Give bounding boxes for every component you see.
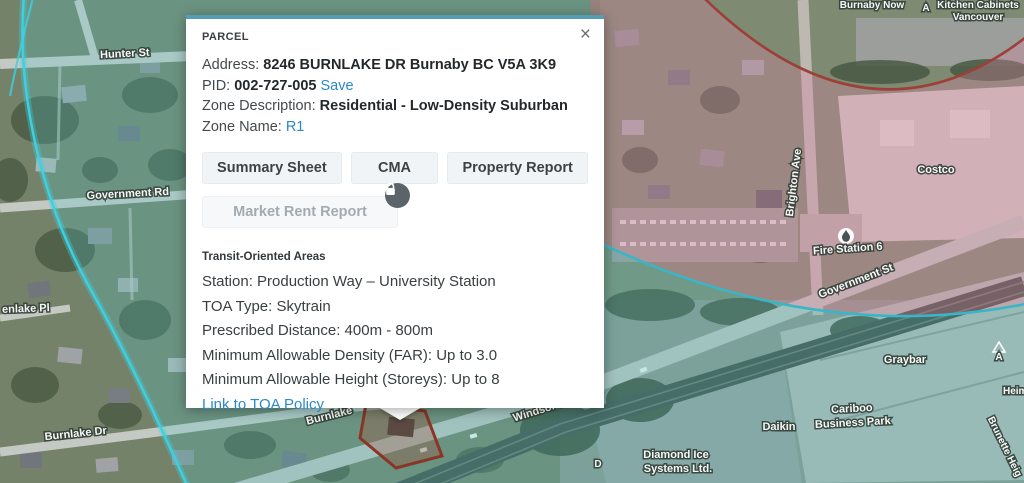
close-icon[interactable]: × xyxy=(580,25,591,44)
map-label: Cariboo xyxy=(831,402,873,416)
save-link[interactable]: Save xyxy=(321,78,354,94)
lock-icon xyxy=(385,183,410,208)
map-label: Burnaby Now xyxy=(840,0,905,11)
toa-heading: Transit-Oriented Areas xyxy=(202,251,588,263)
map-label: D xyxy=(594,459,601,470)
map-label: enlake Pl xyxy=(2,302,50,316)
toa-height: Minimum Allowable Height (Storeys): Up t… xyxy=(202,368,588,393)
property-report-button[interactable]: Property Report xyxy=(447,152,588,184)
map-label: Kitchen Cabinets xyxy=(937,0,1019,11)
map-label: Vancouver xyxy=(953,12,1004,23)
toa-type: TOA Type: Skytrain xyxy=(202,295,588,320)
parcel-popup: PARCEL × Address: 8246 BURNLAKE DR Burna… xyxy=(186,15,604,408)
map-label: A xyxy=(922,3,929,14)
zone-name-label: Zone Name: xyxy=(202,119,282,135)
zone-name-value[interactable]: R1 xyxy=(286,119,305,135)
map-label: Diamond Ice xyxy=(643,449,708,461)
map-label: A xyxy=(995,352,1002,363)
map-label: Systems Ltd. xyxy=(644,463,712,475)
popup-title: PARCEL xyxy=(202,31,588,43)
toa-distance: Prescribed Distance: 400m - 800m xyxy=(202,319,588,344)
summary-sheet-button[interactable]: Summary Sheet xyxy=(202,152,342,184)
map-label: Heims xyxy=(1003,386,1024,397)
cma-button[interactable]: CMA xyxy=(351,152,439,184)
map-view: Hunter StGovernment Rdenlake PlBurnlake … xyxy=(0,0,1024,483)
pid-row: PID: 002-727-005 Save xyxy=(202,76,588,97)
zone-description-label: Zone Description: xyxy=(202,98,316,114)
map-label: Costco xyxy=(917,164,955,176)
address-label: Address: xyxy=(202,57,259,73)
zone-name-row: Zone Name: R1 xyxy=(202,117,588,138)
toa-policy-link[interactable]: Link to TOA Policy xyxy=(202,396,324,413)
market-rent-report-button: Market Rent Report xyxy=(202,196,398,228)
pid-value: 002-727-005 xyxy=(234,78,316,94)
pid-label: PID: xyxy=(202,78,230,94)
toa-station: Station: Production Way – University Sta… xyxy=(202,270,588,295)
map-label: Graybar xyxy=(884,354,927,366)
address-value: 8246 BURNLAKE DR Burnaby BC V5A 3K9 xyxy=(263,57,556,73)
map-label: Daikin xyxy=(762,421,795,433)
address-row: Address: 8246 BURNLAKE DR Burnaby BC V5A… xyxy=(202,55,588,76)
zone-description-row: Zone Description: Residential - Low-Dens… xyxy=(202,96,588,117)
toa-density: Minimum Allowable Density (FAR): Up to 3… xyxy=(202,344,588,369)
fire-station-icon xyxy=(838,228,854,244)
zone-description-value: Residential - Low-Density Suburban xyxy=(320,98,568,114)
